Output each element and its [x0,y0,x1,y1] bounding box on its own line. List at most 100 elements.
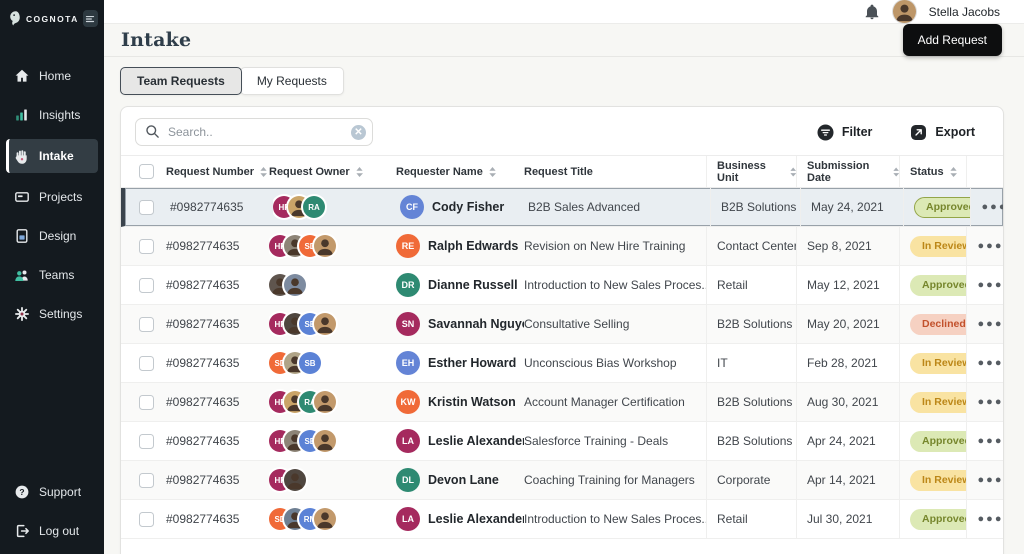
row-actions-menu[interactable]: ●●● [978,357,1004,369]
owner-photo-avatar [284,274,306,296]
sort-icon[interactable] [950,167,957,177]
sidebar-item-label: Design [39,229,76,243]
column-header-business-unit[interactable]: Business Unit [706,156,796,187]
row-checkbox[interactable] [139,395,154,410]
app-name: COGNOTA [26,14,79,24]
row-checkbox[interactable] [139,317,154,332]
table-row[interactable]: #0982774635 HP DLDevon Lane Coaching Tra… [121,461,1003,500]
requester-cell: RERalph Edwards [396,227,524,265]
sidebar-item-intake[interactable]: Intake [6,139,98,173]
row-actions-menu[interactable]: ●●● [978,396,1004,408]
request-title: Introduction to New Sales Proces... [524,266,706,304]
row-actions-menu[interactable]: ●●● [978,318,1004,330]
sidebar-item-insights[interactable]: Insights [6,100,98,130]
tab-my-requests[interactable]: My Requests [240,67,344,95]
column-header-request-number[interactable]: Request Number [166,156,269,187]
table-body: #0982774635 HPRA CFCody Fisher B2B Sales… [121,188,1003,539]
sidebar-item-design[interactable]: Design [6,221,98,251]
tabs: Team Requests My Requests [120,67,1004,95]
request-number: #0982774635 [166,227,269,265]
row-checkbox[interactable] [139,512,154,527]
table-row[interactable]: #0982774635 HPRA KWKristin Watson Accoun… [121,383,1003,422]
sidebar-item-home[interactable]: Home [6,61,98,91]
search-clear-icon[interactable]: ✕ [351,125,366,140]
requester-name: Devon Lane [428,473,499,487]
row-checkbox[interactable] [139,434,154,449]
column-header-submission-date[interactable]: Submission Date [796,156,899,187]
user-avatar[interactable] [893,0,916,23]
sidebar-item-label: Settings [39,307,82,321]
row-checkbox[interactable] [139,278,154,293]
owner-photo-avatar [284,469,306,491]
table-row[interactable]: #0982774635 DRDianne Russell Introductio… [121,266,1003,305]
row-checkbox[interactable] [139,473,154,488]
filter-button[interactable]: Filter [817,124,873,141]
status-badge: In Review [910,353,966,374]
requester-avatar: RE [396,234,420,258]
column-header-request-title[interactable]: Request Title [524,156,706,187]
notifications-bell-icon[interactable] [864,4,880,20]
requester-name: Cody Fisher [432,200,504,214]
requester-avatar: CF [400,195,424,219]
table-toolbar: ✕ Filter Export [121,107,1003,155]
select-all-checkbox[interactable] [139,164,154,179]
sidebar-item-logout[interactable]: Log out [6,516,98,546]
requester-cell: CF Cody Fisher [400,188,528,226]
table-row[interactable]: #0982774635 HPSB SNSavannah Nguyen Consu… [121,305,1003,344]
menu-lines-icon [83,12,97,26]
user-name[interactable]: Stella Jacobs [929,5,1000,19]
submission-date: Apr 24, 2021 [796,422,899,460]
status-badge: Declined [910,314,966,335]
row-actions-menu[interactable]: ●●● [978,279,1004,291]
request-owners: HPSB [269,313,336,335]
row-checkbox[interactable] [139,356,154,371]
search-input[interactable] [135,118,373,146]
column-header-requester-name[interactable]: Requester Name [396,156,524,187]
requests-card: ✕ Filter Export R [120,106,1004,554]
request-number: #0982774635 [166,422,269,460]
table-row[interactable]: #0982774635 SDSB EHEsther Howard Unconsc… [121,344,1003,383]
svg-text:?: ? [19,487,24,497]
help-question-icon: ? [14,484,30,500]
sidebar-item-teams[interactable]: Teams [6,260,98,290]
row-actions-menu[interactable]: ●●● [982,201,1004,213]
sidebar-item-settings[interactable]: Settings [6,299,98,329]
request-owners: HPSD [269,235,336,257]
sidebar-item-support[interactable]: ? Support [6,477,98,507]
column-header-status[interactable]: Status [899,156,966,187]
requester-cell: DLDevon Lane [396,461,524,499]
export-button[interactable]: Export [910,124,975,141]
add-request-button[interactable]: Add Request [903,24,1002,56]
tab-team-requests[interactable]: Team Requests [120,67,242,95]
table-row[interactable]: #0982774635 SDRM LALeslie Alexander Intr… [121,500,1003,539]
sidebar-collapse-button[interactable] [83,10,98,27]
column-header-request-owner[interactable]: Request Owner [269,156,396,187]
row-checkbox[interactable] [139,200,154,215]
business-unit: Retail [706,266,796,304]
home-icon [14,68,30,84]
owner-photo-avatar [314,313,336,335]
business-unit: Retail [706,500,796,538]
business-unit: B2B Solutions [710,188,800,226]
logout-icon [14,523,30,539]
sort-icon[interactable] [260,167,267,177]
request-owners: HPSB [269,430,336,452]
request-owners: HP [269,469,306,491]
sort-icon[interactable] [489,167,496,177]
row-actions-menu[interactable]: ●●● [978,474,1004,486]
sidebar-item-label: Intake [39,149,74,163]
table-row[interactable]: #0982774635 HPRA CFCody Fisher B2B Sales… [121,188,1003,227]
sidebar-item-projects[interactable]: Projects [6,182,98,212]
table-row[interactable]: #0982774635 HPSD RERalph Edwards Revisio… [121,227,1003,266]
request-number: #0982774635 [166,461,269,499]
table-header: Request Number Request Owner Requester N… [121,155,1003,188]
row-actions-menu[interactable]: ●●● [978,513,1004,525]
sort-icon[interactable] [356,167,363,177]
table-row[interactable]: #0982774635 HPSB LALeslie Alexander Sale… [121,422,1003,461]
row-actions-menu[interactable]: ●●● [978,240,1004,252]
submission-date: Feb 28, 2021 [796,344,899,382]
requester-name: Dianne Russell [428,278,518,292]
row-actions-menu[interactable]: ●●● [978,435,1004,447]
row-checkbox[interactable] [139,239,154,254]
request-title: Introduction to New Sales Proces... [524,500,706,538]
